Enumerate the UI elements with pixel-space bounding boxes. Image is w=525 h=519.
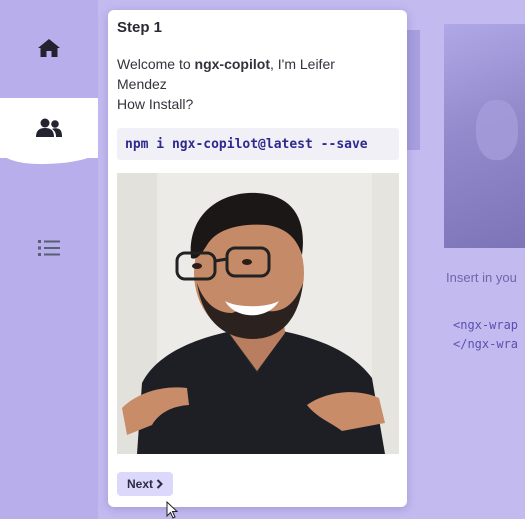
author-photo-illustration	[117, 173, 399, 454]
background-code-snippet: <ngx-wrap </ngx-wra	[453, 318, 519, 351]
active-indicator	[0, 150, 98, 164]
next-button-label: Next	[126, 477, 153, 491]
sidebar	[0, 0, 98, 519]
chevron-right-icon	[156, 479, 163, 489]
sidebar-item-users[interactable]	[0, 98, 98, 158]
welcome-prefix: Welcome to	[117, 56, 195, 72]
step-title: Step 1	[117, 19, 163, 36]
welcome-text: Welcome to ngx-copilot, I'm Leifer Mende…	[117, 54, 387, 114]
install-command-box: npm i ngx-copilot@latest --save	[117, 128, 399, 160]
background-photo-subject	[476, 100, 518, 160]
install-command: npm i ngx-copilot@latest --save	[125, 136, 368, 152]
next-button[interactable]: Next	[117, 472, 173, 496]
sidebar-item-list[interactable]	[0, 218, 98, 278]
list-icon	[38, 240, 60, 256]
step-popup: Step 1 Welcome to ngx-copilot, I'm Leife…	[108, 10, 407, 507]
users-icon	[36, 118, 62, 137]
mouse-cursor-icon	[166, 501, 178, 519]
home-icon	[38, 39, 60, 57]
how-install-text: How Install?	[117, 96, 194, 112]
brand-name: ngx-copilot	[194, 56, 270, 72]
sidebar-item-home[interactable]	[0, 18, 98, 78]
background-instruction-text: Insert in you	[446, 270, 517, 285]
author-photo	[117, 173, 399, 454]
